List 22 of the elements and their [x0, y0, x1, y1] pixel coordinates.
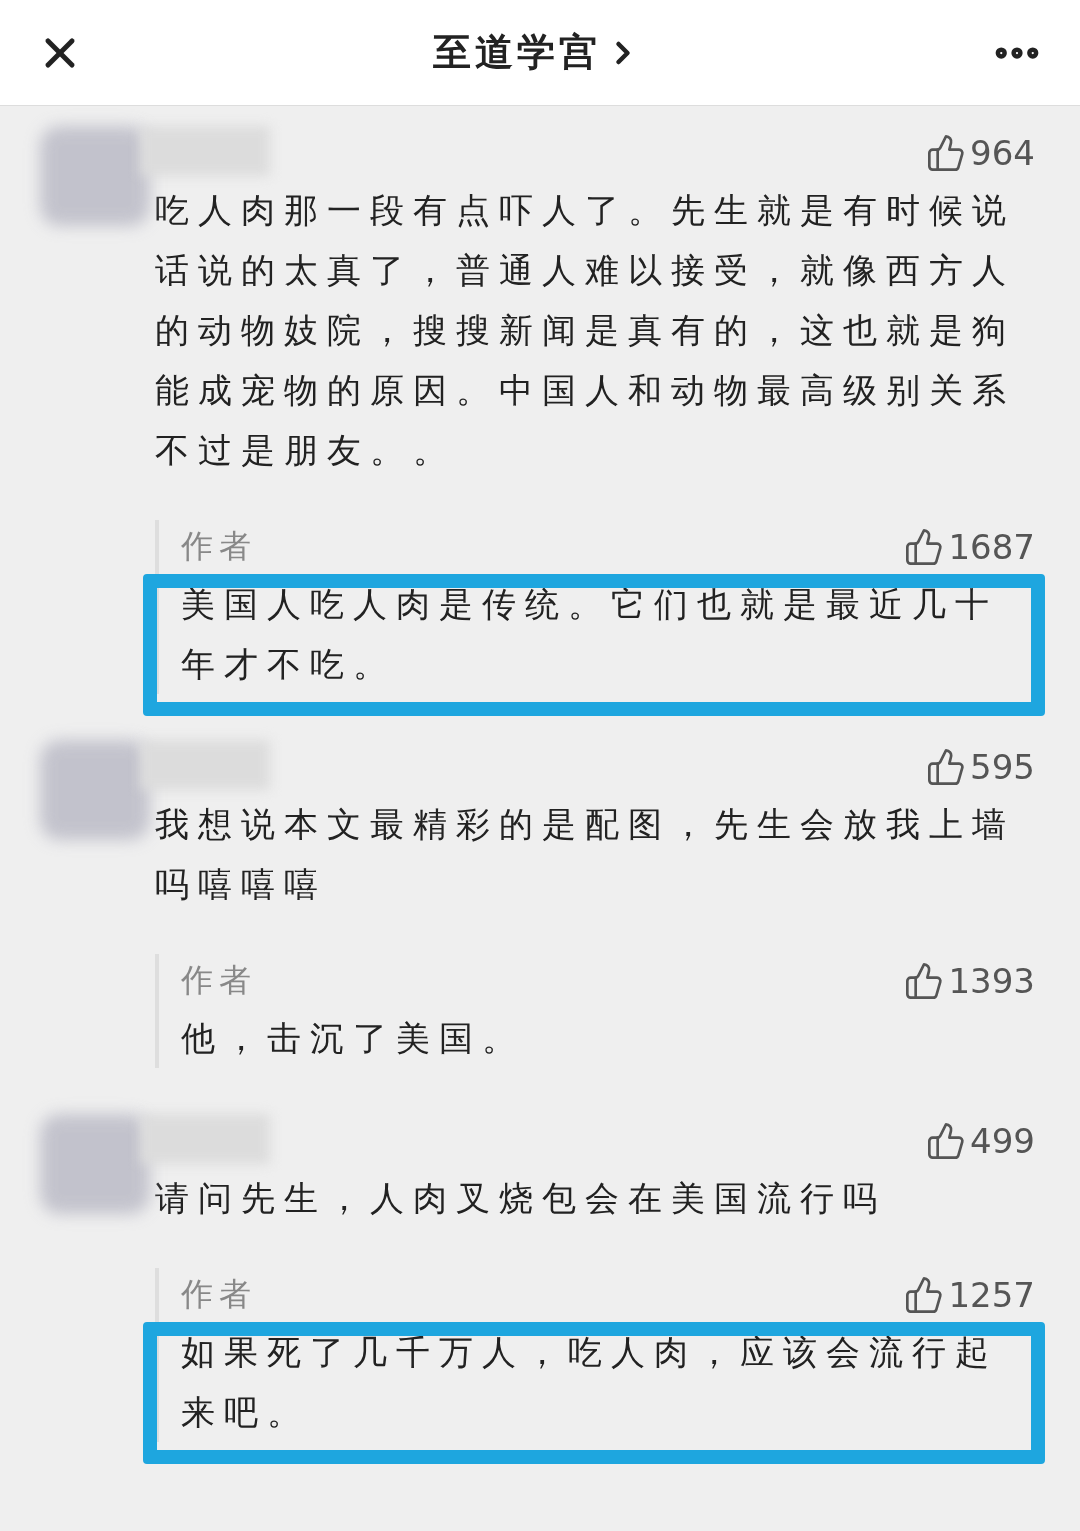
comment-text: 我想说本文最精彩的是配图，先生会放我上墙吗嘻嘻嘻 — [155, 803, 1016, 906]
reply-text: 如果死了几千万人，吃人肉，应该会流行起来吧。 — [181, 1331, 999, 1434]
thumbs-up-icon — [926, 747, 967, 787]
author-label: 作者 — [181, 960, 257, 1001]
thumbs-up-icon — [904, 527, 945, 567]
thumbs-up-icon — [904, 961, 945, 1001]
like-count[interactable]: 595 — [926, 747, 1035, 787]
like-count[interactable]: 1257 — [904, 1275, 1035, 1315]
page-title: 至道学宫 — [433, 29, 601, 76]
reply-text: 他，击沉了美国。 — [181, 1017, 526, 1060]
like-count[interactable]: 499 — [926, 1121, 1035, 1161]
like-count[interactable]: 1393 — [904, 961, 1035, 1001]
like-count[interactable]: 964 — [926, 133, 1035, 173]
comment-text: 请问先生，人肉叉烧包会在美国流行吗 — [155, 1177, 887, 1220]
reply-text: 美国人吃人肉是传统。它们也就是最近几十年才不吃。 — [181, 583, 999, 686]
thumbs-up-icon — [926, 1121, 967, 1161]
like-count[interactable]: 1687 — [904, 527, 1035, 567]
comment-text: 吃人肉那一段有点吓人了。先生就是有时候说话说的太真了，普通人难以接受，就像西方人的动物妓院，搜搜新闻是真有的，这也就是狗能成宠物的原因。中国人和动物最高级别关系不过是朋友。。 — [155, 189, 1016, 472]
author-label: 作者 — [181, 526, 257, 567]
author-label: 作者 — [181, 1274, 257, 1315]
thumbs-up-icon — [926, 133, 967, 173]
thumbs-up-icon — [904, 1275, 945, 1315]
